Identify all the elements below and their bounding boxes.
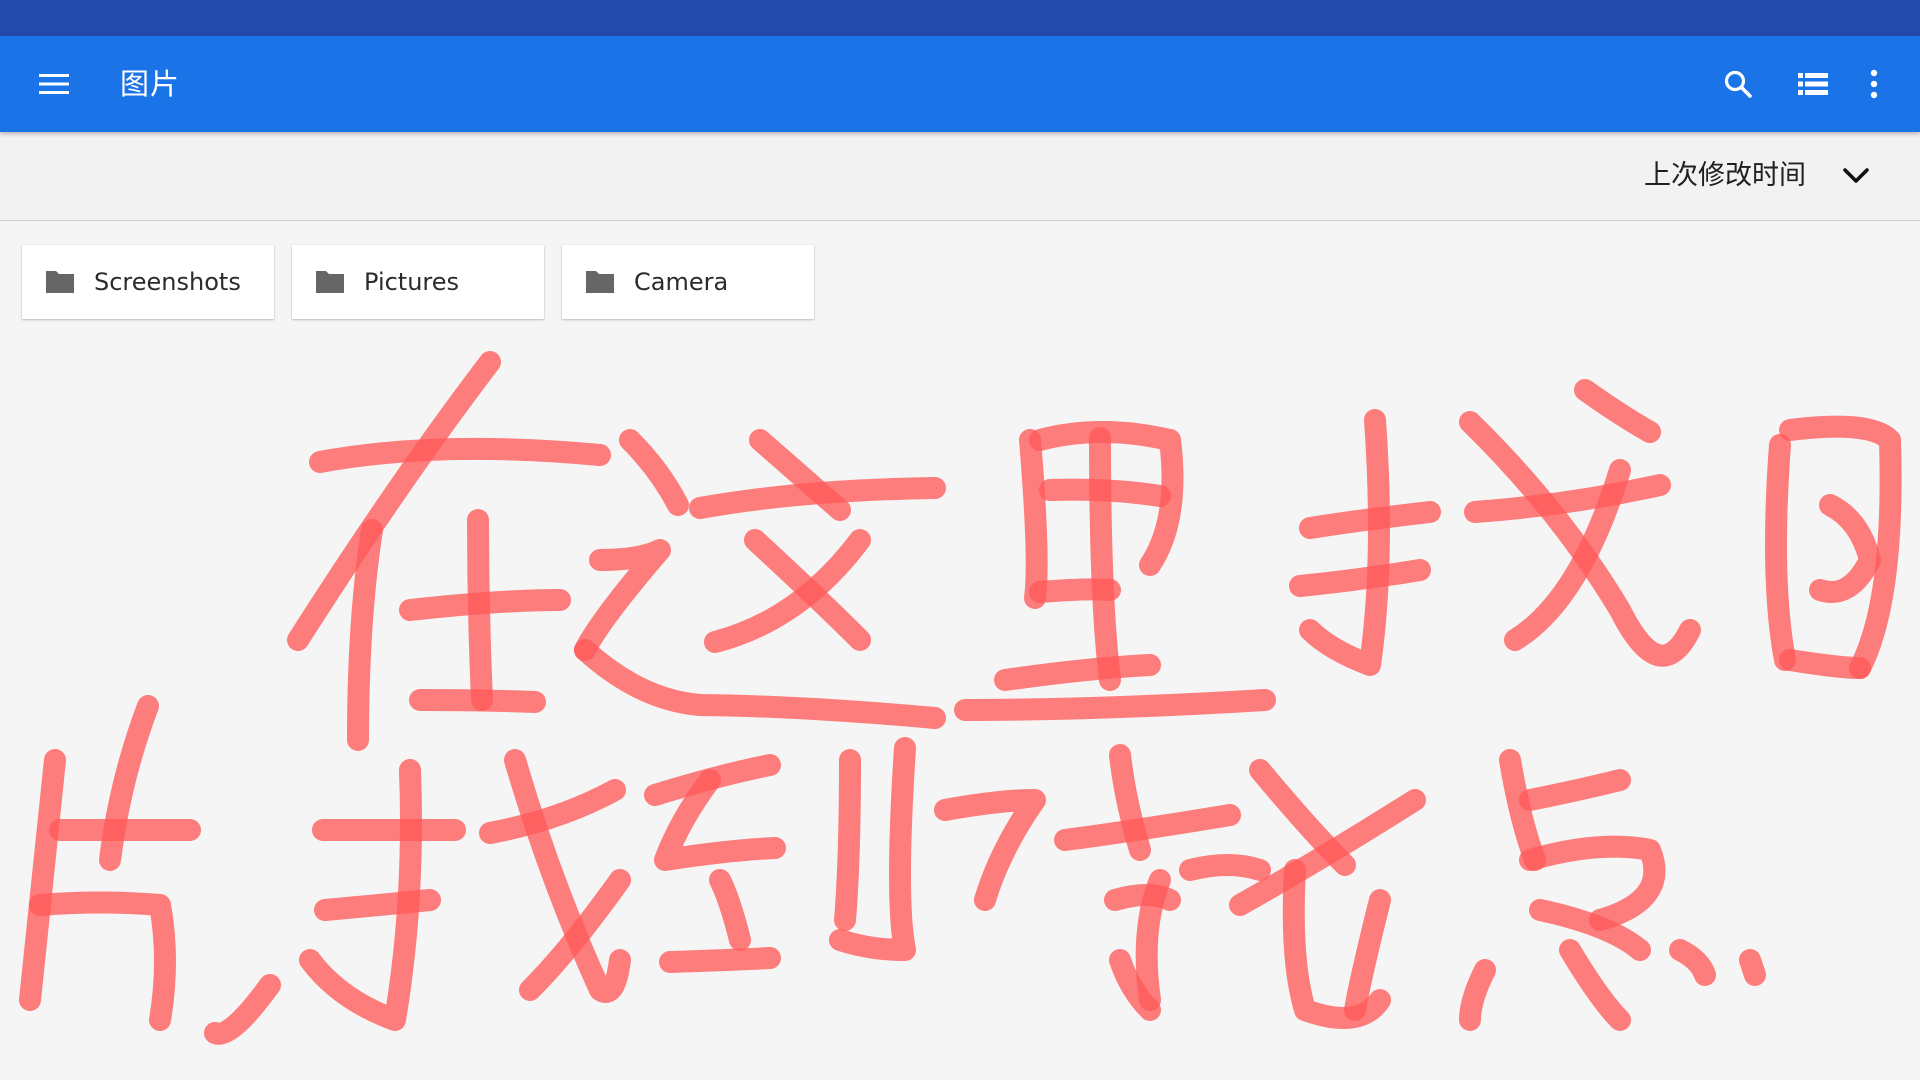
folder-item-pictures[interactable]: Pictures: [292, 245, 544, 319]
more-vert-icon: [1870, 69, 1878, 99]
folder-name: Camera: [634, 268, 729, 296]
folder-icon: [586, 271, 614, 293]
folder-icon: [316, 271, 344, 293]
search-icon: [1724, 70, 1752, 98]
folder-icon: [46, 271, 74, 293]
sort-label[interactable]: 上次修改时间: [1644, 132, 1806, 220]
sort-bar: 上次修改时间: [0, 132, 1920, 221]
list-view-button[interactable]: [1789, 60, 1837, 108]
page-title: 图片: [120, 67, 181, 101]
hamburger-menu-icon: [39, 74, 69, 94]
menu-button[interactable]: [30, 60, 78, 108]
folder-item-camera[interactable]: Camera: [562, 245, 814, 319]
folder-item-screenshots[interactable]: Screenshots: [22, 245, 274, 319]
more-options-button[interactable]: [1850, 60, 1898, 108]
search-button[interactable]: [1714, 60, 1762, 108]
status-bar: [0, 0, 1920, 36]
sort-dropdown-button[interactable]: [1832, 152, 1880, 200]
list-view-icon: [1798, 73, 1828, 95]
chevron-down-icon: [1843, 168, 1869, 183]
app-bar: 图片: [0, 36, 1920, 132]
folder-name: Screenshots: [94, 268, 241, 296]
folder-name: Pictures: [364, 268, 460, 296]
